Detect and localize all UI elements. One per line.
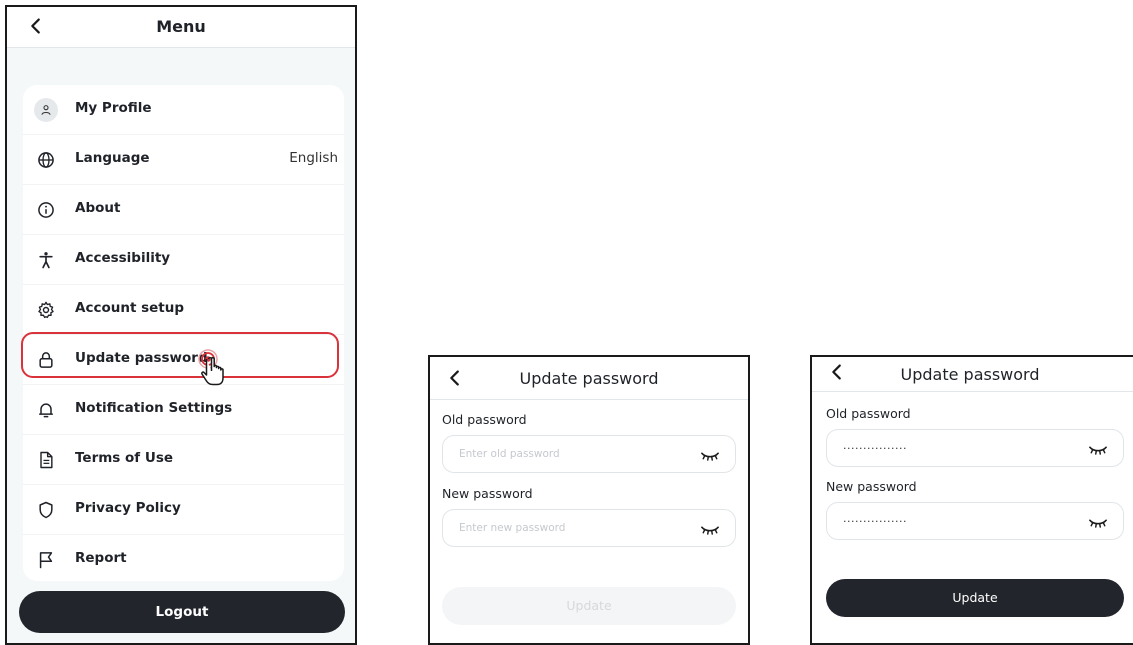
eye-closed-icon[interactable] — [1089, 515, 1107, 529]
logout-button[interactable]: Logout — [19, 591, 345, 633]
menu-item-label: Language — [75, 150, 150, 166]
gear-icon — [33, 297, 59, 323]
bell-icon — [33, 397, 59, 423]
menu-item-account-setup[interactable]: Account setup — [23, 285, 344, 335]
menu-item-label: Accessibility — [75, 250, 171, 266]
old-password-input[interactable]: Enter old password — [442, 435, 736, 473]
update-button[interactable]: Update — [826, 579, 1124, 617]
old-password-placeholder: Enter old password — [459, 448, 560, 460]
old-password-value: ................ — [843, 439, 907, 452]
menu-screen: Menu My Profile Language English About A… — [5, 5, 357, 645]
update-button-disabled[interactable]: Update — [442, 587, 736, 625]
menu-item-update-password[interactable]: Update password — [23, 335, 344, 385]
menu-item-label: About — [75, 200, 121, 216]
menu-item-report[interactable]: Report — [23, 535, 344, 585]
new-password-label: New password — [826, 479, 917, 494]
menu-item-language[interactable]: Language English — [23, 135, 344, 185]
lock-icon — [33, 347, 59, 373]
flag-icon — [33, 547, 59, 573]
new-password-label: New password — [442, 486, 533, 501]
eye-closed-icon[interactable] — [701, 448, 719, 462]
update-password-screen-empty: Update password Old password Enter old p… — [428, 355, 750, 645]
page-title: Menu — [156, 17, 206, 36]
accessibility-icon — [33, 247, 59, 273]
eye-closed-icon[interactable] — [1089, 442, 1107, 456]
eye-closed-icon[interactable] — [701, 522, 719, 536]
new-password-input[interactable]: Enter new password — [442, 509, 736, 547]
user-icon — [34, 98, 58, 122]
language-value: English — [289, 150, 338, 166]
menu-item-label: Notification Settings — [75, 400, 233, 416]
new-password-value: ................ — [843, 512, 907, 525]
page-title: Update password — [900, 365, 1040, 384]
menu-item-label: Privacy Policy — [75, 500, 181, 516]
new-password-input[interactable]: ................ — [826, 502, 1124, 540]
menu-list: My Profile Language English About Access… — [23, 85, 344, 581]
new-password-placeholder: Enter new password — [459, 522, 566, 534]
old-password-input[interactable]: ................ — [826, 429, 1124, 467]
old-password-label: Old password — [442, 412, 527, 427]
menu-item-label: Update password — [75, 350, 208, 366]
menu-item-privacy-policy[interactable]: Privacy Policy — [23, 485, 344, 535]
menu-item-terms-of-use[interactable]: Terms of Use — [23, 435, 344, 485]
menu-header: Menu — [7, 7, 355, 48]
info-icon — [33, 197, 59, 223]
menu-item-my-profile[interactable]: My Profile — [23, 85, 344, 135]
shield-icon — [33, 497, 59, 523]
update-password-header: Update password — [812, 357, 1133, 392]
menu-item-label: Account setup — [75, 300, 185, 316]
menu-item-label: Report — [75, 550, 127, 566]
page-title: Update password — [519, 369, 659, 388]
menu-item-about[interactable]: About — [23, 185, 344, 235]
update-password-header: Update password — [430, 357, 748, 400]
old-password-label: Old password — [826, 406, 911, 421]
globe-icon — [33, 147, 59, 173]
menu-item-label: My Profile — [75, 100, 152, 116]
menu-item-notification-settings[interactable]: Notification Settings — [23, 385, 344, 435]
menu-item-accessibility[interactable]: Accessibility — [23, 235, 344, 285]
update-password-screen-filled: Update password Old password ...........… — [810, 355, 1133, 645]
menu-item-label: Terms of Use — [75, 450, 174, 466]
document-icon — [33, 447, 59, 473]
